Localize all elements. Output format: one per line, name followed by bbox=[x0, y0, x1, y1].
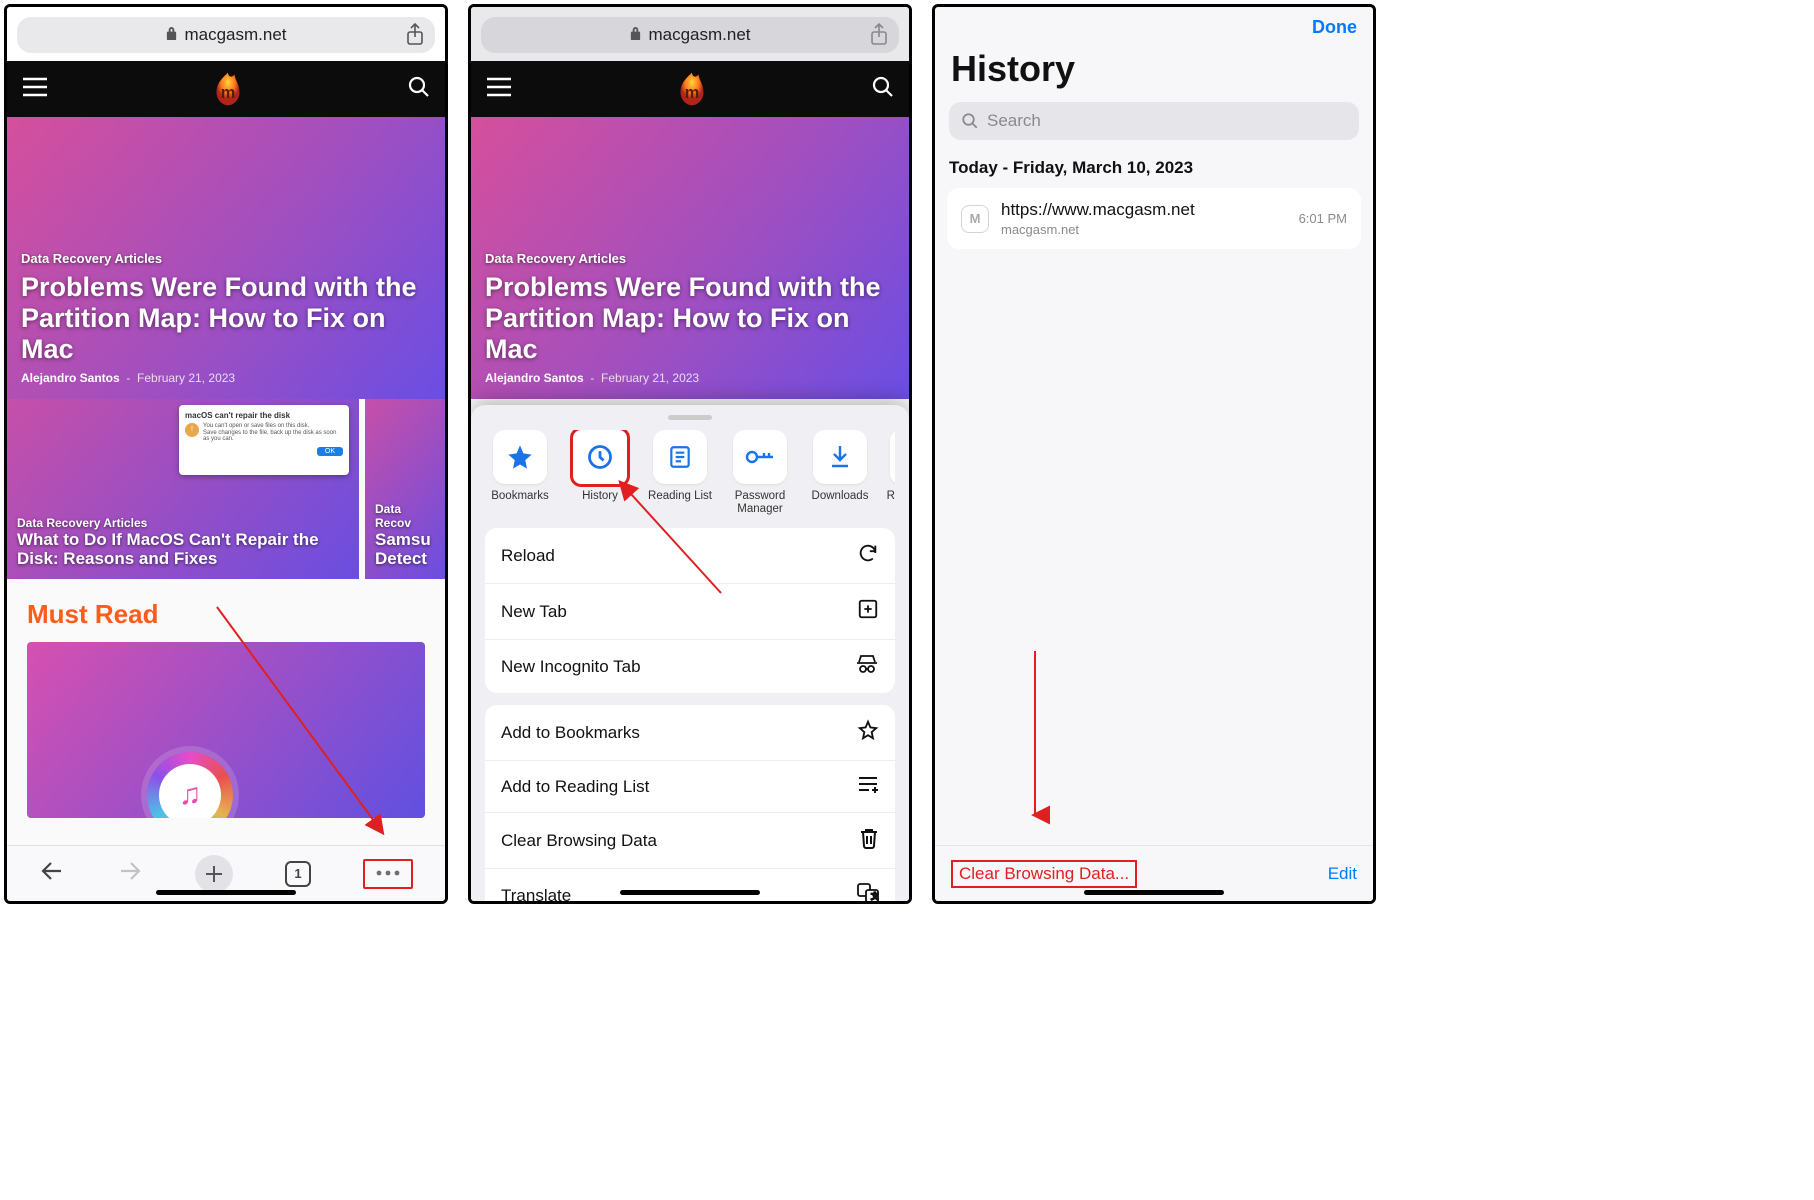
menu-add-reading-list[interactable]: Add to Reading List bbox=[485, 761, 895, 813]
clear-browsing-data-button[interactable]: Clear Browsing Data... bbox=[951, 860, 1137, 888]
add-list-icon bbox=[857, 775, 879, 798]
translate-icon: 文 bbox=[857, 883, 879, 904]
site-header: m bbox=[7, 61, 445, 117]
must-read-thumb[interactable]: ♫ bbox=[27, 642, 425, 818]
sheet-grabber[interactable] bbox=[668, 415, 712, 420]
menu-incognito[interactable]: New Incognito Tab bbox=[485, 640, 895, 693]
url-text: macgasm.net bbox=[648, 25, 750, 45]
trash-icon bbox=[859, 827, 879, 854]
history-entry-url: https://www.macgasm.net bbox=[1001, 200, 1287, 220]
url-bar[interactable]: macgasm.net bbox=[17, 17, 435, 53]
lock-icon bbox=[629, 26, 642, 44]
history-search-input[interactable]: Search bbox=[949, 102, 1359, 140]
hero-title: Problems Were Found with the Partition M… bbox=[485, 272, 895, 365]
hero-article: Data Recovery Articles Problems Were Fou… bbox=[471, 117, 909, 399]
history-title: History bbox=[935, 38, 1373, 98]
share-icon[interactable] bbox=[405, 23, 425, 52]
menu-translate[interactable]: Translate 文 bbox=[485, 869, 895, 904]
download-icon bbox=[813, 430, 867, 484]
more-menu-button[interactable] bbox=[363, 859, 413, 889]
history-entry-domain: macgasm.net bbox=[1001, 222, 1287, 237]
menu-new-tab[interactable]: New Tab bbox=[485, 584, 895, 640]
search-icon bbox=[871, 75, 895, 104]
quick-downloads[interactable]: Downloads bbox=[805, 430, 875, 516]
hamburger-icon bbox=[485, 76, 513, 103]
url-bar-area: macgasm.net bbox=[471, 7, 909, 61]
site-header: m bbox=[471, 61, 909, 117]
favicon-placeholder: M bbox=[961, 205, 989, 233]
star-icon bbox=[493, 430, 547, 484]
site-logo[interactable]: m bbox=[211, 71, 245, 107]
history-icon bbox=[573, 430, 627, 484]
quick-history[interactable]: History bbox=[565, 430, 635, 516]
thumbnail-row: macOS can't repair the disk ! You can't … bbox=[7, 399, 445, 579]
menu-add-bookmark[interactable]: Add to Bookmarks bbox=[485, 705, 895, 761]
site-logo: m bbox=[675, 71, 709, 107]
search-icon[interactable] bbox=[407, 75, 431, 104]
menu-card-2: Add to Bookmarks Add to Reading List Cle… bbox=[485, 705, 895, 904]
url-bar-area: macgasm.net bbox=[7, 7, 445, 61]
home-indicator bbox=[620, 890, 760, 895]
forward-button bbox=[117, 860, 143, 887]
star-outline-icon bbox=[857, 719, 879, 746]
panel-3-history: Done History Search Today - Friday, Marc… bbox=[932, 4, 1376, 904]
thumb-article-1[interactable]: macOS can't repair the disk ! You can't … bbox=[7, 399, 359, 579]
must-read-heading: Must Read bbox=[27, 599, 425, 630]
new-tab-button[interactable] bbox=[195, 855, 233, 893]
home-indicator bbox=[1084, 890, 1224, 895]
alert-dialog-graphic: macOS can't repair the disk ! You can't … bbox=[179, 405, 349, 475]
chrome-menu-sheet: Bookmarks History Reading List Password … bbox=[471, 405, 909, 901]
lock-icon bbox=[165, 26, 178, 44]
history-date-header: Today - Friday, March 10, 2023 bbox=[935, 158, 1373, 188]
hero-meta: Alejandro Santos - February 21, 2023 bbox=[485, 371, 895, 385]
reload-icon bbox=[857, 542, 879, 569]
history-entry-time: 6:01 PM bbox=[1299, 211, 1347, 226]
recent-icon bbox=[890, 430, 895, 484]
back-button[interactable] bbox=[39, 860, 65, 887]
url-text: macgasm.net bbox=[184, 25, 286, 45]
panel-1-chrome-browsing: macgasm.net m Data Recovery Articles Pro… bbox=[4, 4, 448, 904]
must-read-section: Must Read ♫ bbox=[7, 579, 445, 838]
history-entry[interactable]: M https://www.macgasm.net macgasm.net 6:… bbox=[947, 188, 1361, 249]
quick-actions-row: Bookmarks History Reading List Password … bbox=[485, 430, 895, 516]
svg-text:m: m bbox=[685, 84, 700, 102]
hero-article[interactable]: Data Recovery Articles Problems Were Fou… bbox=[7, 117, 445, 399]
plus-box-icon bbox=[857, 598, 879, 625]
quick-bookmarks[interactable]: Bookmarks bbox=[485, 430, 555, 516]
itunes-icon: ♫ bbox=[147, 752, 233, 818]
annotation-arrow-3 bbox=[1020, 647, 1050, 827]
svg-text:文: 文 bbox=[871, 891, 879, 901]
share-icon[interactable] bbox=[869, 23, 889, 52]
key-icon bbox=[733, 430, 787, 484]
history-nav-bar: Done bbox=[935, 7, 1373, 38]
menu-reload[interactable]: Reload bbox=[485, 528, 895, 584]
url-bar[interactable]: macgasm.net bbox=[481, 17, 899, 53]
thumb-article-2[interactable]: Data Recov SamsuDetect bbox=[365, 399, 445, 579]
menu-clear-data[interactable]: Clear Browsing Data bbox=[485, 813, 895, 869]
hero-title: Problems Were Found with the Partition M… bbox=[21, 272, 431, 365]
quick-password-manager[interactable]: Password Manager bbox=[725, 430, 795, 516]
search-icon bbox=[961, 112, 979, 130]
edit-button[interactable]: Edit bbox=[1328, 864, 1357, 884]
hero-category: Data Recovery Articles bbox=[485, 251, 895, 266]
menu-card-1: Reload New Tab New Incognito Tab bbox=[485, 528, 895, 693]
quick-recent[interactable]: Rece bbox=[885, 430, 895, 516]
done-button[interactable]: Done bbox=[1312, 17, 1357, 38]
hero-category: Data Recovery Articles bbox=[21, 251, 431, 266]
panel-2-chrome-menu: macgasm.net m Data Recovery Articles Pro… bbox=[468, 4, 912, 904]
incognito-icon bbox=[855, 654, 879, 679]
reading-list-icon bbox=[653, 430, 707, 484]
home-indicator bbox=[156, 890, 296, 895]
hamburger-icon[interactable] bbox=[21, 76, 49, 103]
hero-meta: Alejandro Santos - February 21, 2023 bbox=[21, 371, 431, 385]
svg-text:m: m bbox=[221, 84, 236, 102]
tabs-button[interactable]: 1 bbox=[285, 861, 311, 887]
quick-reading-list[interactable]: Reading List bbox=[645, 430, 715, 516]
